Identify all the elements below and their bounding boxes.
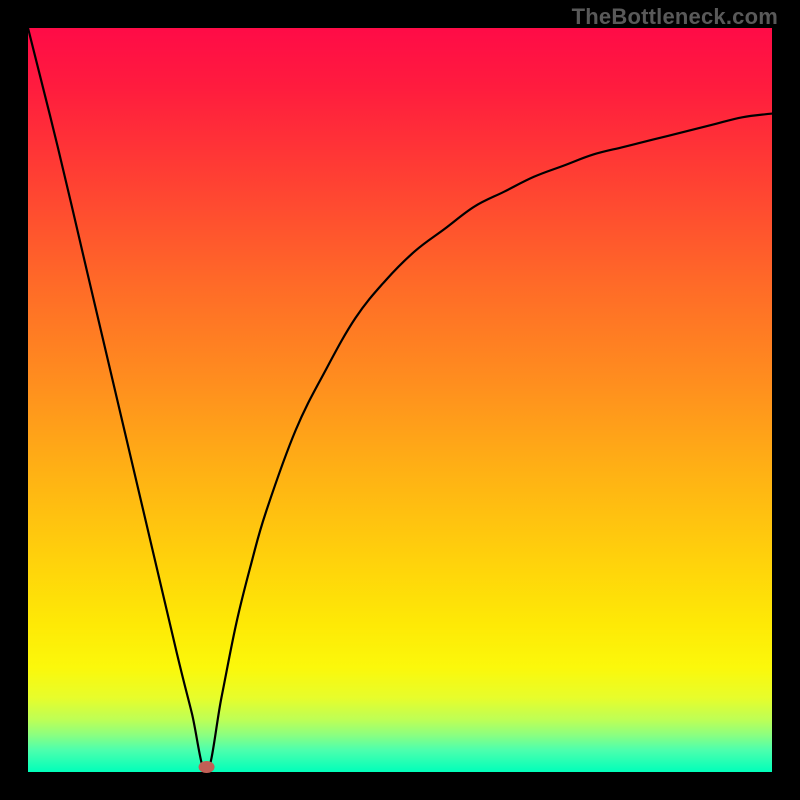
curve-min-point <box>199 761 215 773</box>
watermark-text: TheBottleneck.com <box>572 4 778 30</box>
bottleneck-curve-svg <box>28 28 772 772</box>
chart-frame: TheBottleneck.com <box>0 0 800 800</box>
plot-area <box>28 28 772 772</box>
bottleneck-curve <box>28 28 772 772</box>
